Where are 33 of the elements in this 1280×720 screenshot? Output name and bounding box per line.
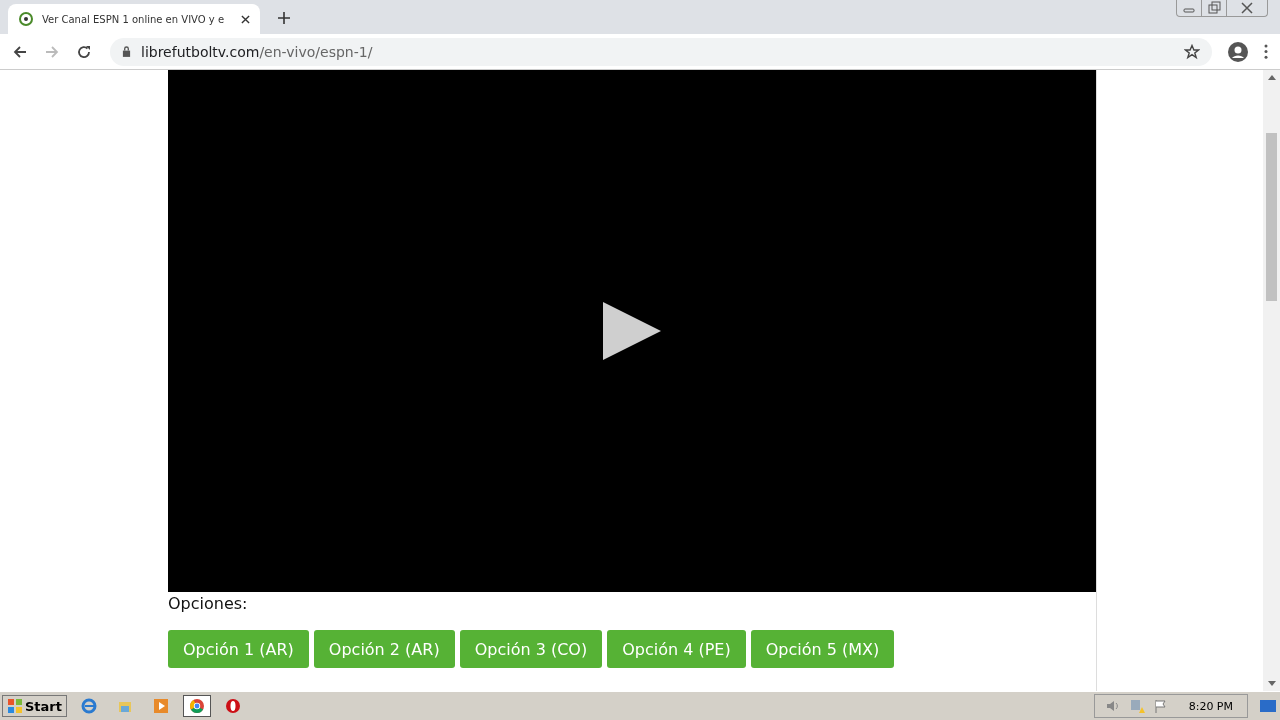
start-button[interactable]: Start	[2, 695, 67, 717]
option-button[interactable]: Opción 1 (AR)	[168, 630, 309, 668]
reload-icon[interactable]	[76, 43, 92, 60]
option-button[interactable]: Opción 5 (MX)	[750, 630, 895, 668]
clock[interactable]: 8:20 PM	[1188, 699, 1233, 713]
play-icon	[153, 698, 169, 714]
soccer-ball-icon	[18, 11, 34, 27]
scroll-down-icon[interactable]	[1267, 681, 1276, 686]
address-bar[interactable]: librefutboltv.com/en-vivo/espn-1/	[110, 37, 1212, 66]
windows-logo-icon	[7, 698, 23, 714]
chrome-icon	[189, 698, 205, 714]
back-icon[interactable]	[12, 43, 28, 60]
close-tab-icon[interactable]	[241, 14, 250, 24]
star-icon[interactable]	[1184, 43, 1200, 60]
tab-title: Ver Canal ESPN 1 online en VIVO y e	[42, 13, 226, 25]
account-icon[interactable]	[1228, 41, 1248, 62]
new-tab-icon[interactable]	[278, 12, 290, 24]
letter-o-icon	[225, 698, 241, 714]
option-button[interactable]: Opción 2 (AR)	[313, 630, 455, 668]
scroll-thumb[interactable]	[1266, 133, 1277, 301]
url-host: librefutboltv.com	[141, 43, 260, 60]
browser-tab[interactable]: Ver Canal ESPN 1 online en VIVO y e	[8, 4, 260, 34]
url-path: /en-vivo/espn-1/	[259, 43, 373, 60]
lock-icon	[122, 46, 131, 57]
scrollbar[interactable]	[1263, 70, 1280, 691]
option-button[interactable]: Opción 4 (PE)	[607, 630, 746, 668]
flag-icon[interactable]	[1152, 698, 1169, 714]
scroll-up-icon[interactable]	[1267, 75, 1276, 80]
options-label: Opciones:	[168, 595, 249, 613]
option-button[interactable]: Opción 3 (CO)	[459, 630, 603, 668]
menu-icon[interactable]	[1264, 44, 1268, 59]
play-icon[interactable]	[603, 301, 661, 361]
chrome-taskbar-button[interactable]	[183, 695, 211, 717]
